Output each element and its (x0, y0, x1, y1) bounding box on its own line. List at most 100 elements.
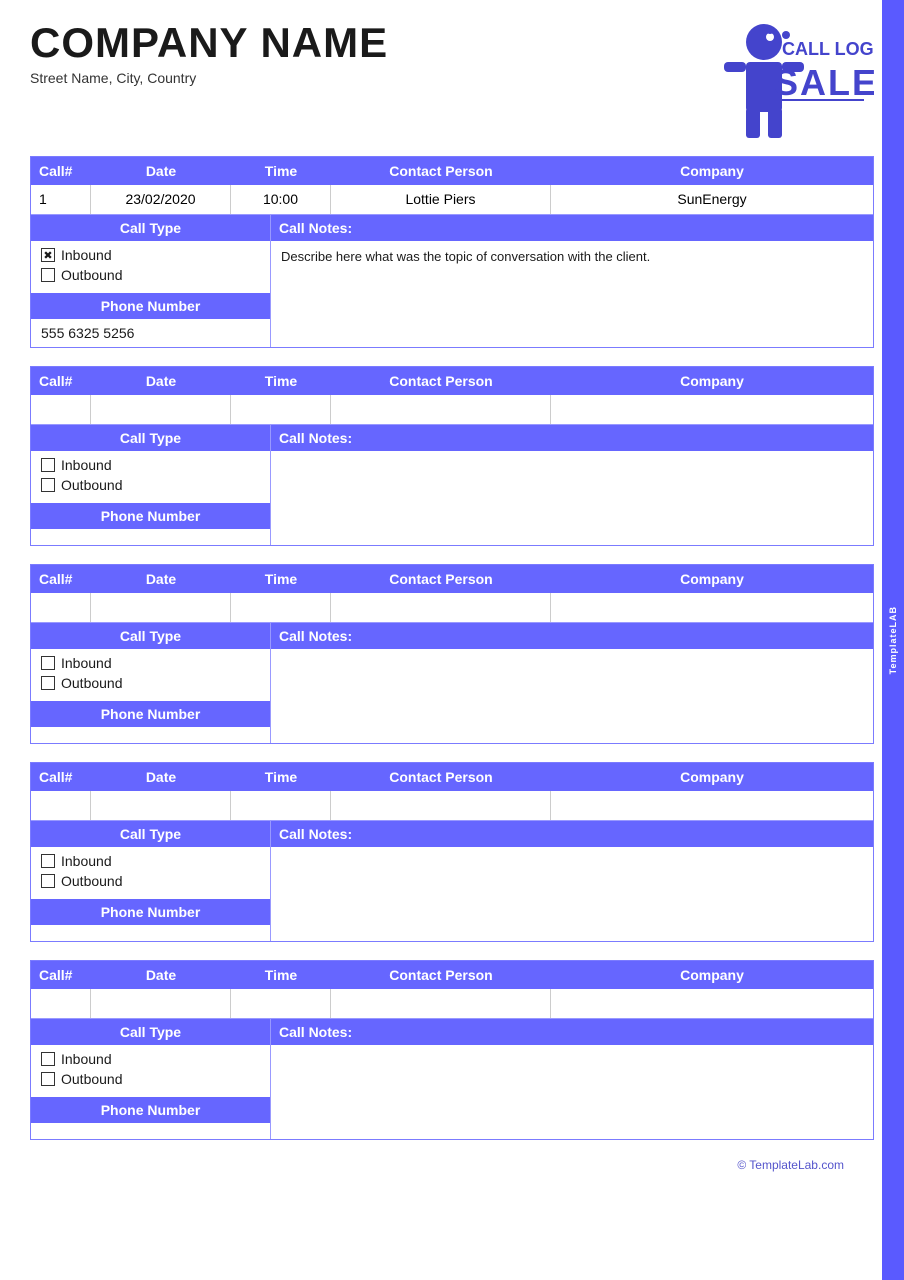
call-notes-value (271, 847, 873, 863)
phone-number-header: Phone Number (31, 1097, 270, 1123)
call-log-entry-2: Call# Date Time Contact Person Company C… (30, 366, 874, 546)
outbound-checkbox[interactable] (41, 874, 55, 888)
call-notes-section-1: Call Notes: Describe here what was the t… (271, 215, 873, 347)
inbound-checkbox[interactable]: ✖ (41, 248, 55, 262)
entry-data-1: 1 23/02/2020 10:00 Lottie Piers SunEnerg… (31, 185, 873, 215)
col-contact-person: Contact Person (331, 367, 551, 395)
call-type-section-2: Call Type Inbound Outbound Phone Number (31, 425, 271, 545)
col-call-hash: Call# (31, 763, 91, 791)
phone-number-value (31, 925, 270, 937)
phone-number-header: Phone Number (31, 701, 270, 727)
call-type-header: Call Type (31, 425, 270, 451)
entry-contact: Lottie Piers (331, 185, 551, 214)
company-address: Street Name, City, Country (30, 70, 388, 86)
inbound-checkbox[interactable] (41, 854, 55, 868)
entry-time (231, 989, 331, 1018)
col-company: Company (551, 367, 873, 395)
call-notes-section-2: Call Notes: (271, 425, 873, 545)
call-type-options: ✖ Inbound Outbound (31, 241, 270, 293)
outbound-option[interactable]: Outbound (41, 675, 260, 691)
entry-body-5: Call Type Inbound Outbound Phone Number … (31, 1019, 873, 1139)
entry-contact (331, 593, 551, 622)
entry-date (91, 989, 231, 1018)
inbound-option[interactable]: Inbound (41, 655, 260, 671)
outbound-option[interactable]: Outbound (41, 873, 260, 889)
call-log-entry-3: Call# Date Time Contact Person Company C… (30, 564, 874, 744)
col-time: Time (231, 565, 331, 593)
entry-header-3: Call# Date Time Contact Person Company (31, 565, 873, 593)
outbound-checkbox[interactable] (41, 268, 55, 282)
entry-body-1: Call Type ✖ Inbound Outbound Phone Numbe… (31, 215, 873, 347)
call-log-entry-5: Call# Date Time Contact Person Company C… (30, 960, 874, 1140)
call-notes-header: Call Notes: (271, 1019, 873, 1045)
entry-body-3: Call Type Inbound Outbound Phone Number … (31, 623, 873, 743)
inbound-option[interactable]: Inbound (41, 1051, 260, 1067)
inbound-checkbox[interactable] (41, 656, 55, 670)
col-call-hash: Call# (31, 157, 91, 185)
entry-date (91, 593, 231, 622)
entry-header-1: Call# Date Time Contact Person Company (31, 157, 873, 185)
outbound-checkbox[interactable] (41, 478, 55, 492)
call-type-options: Inbound Outbound (31, 847, 270, 899)
entry-header-4: Call# Date Time Contact Person Company (31, 763, 873, 791)
entry-call-num (31, 791, 91, 820)
templatelab-text: TemplateLAB (888, 606, 898, 674)
col-company: Company (551, 565, 873, 593)
call-notes-section-5: Call Notes: (271, 1019, 873, 1139)
outbound-label: Outbound (61, 1071, 123, 1087)
footer-link[interactable]: © TemplateLab.com (737, 1158, 844, 1172)
entry-call-num: 1 (31, 185, 91, 214)
inbound-checkbox[interactable] (41, 1052, 55, 1066)
entry-call-num (31, 989, 91, 1018)
templatelab-stripe: TemplateLAB (882, 0, 904, 1280)
entry-body-4: Call Type Inbound Outbound Phone Number … (31, 821, 873, 941)
col-company: Company (551, 157, 873, 185)
entry-company (551, 791, 873, 820)
entry-date: 23/02/2020 (91, 185, 231, 214)
entry-data-2 (31, 395, 873, 425)
entry-time: 10:00 (231, 185, 331, 214)
svg-text:SALES: SALES (774, 62, 874, 103)
entry-header-2: Call# Date Time Contact Person Company (31, 367, 873, 395)
call-type-header: Call Type (31, 215, 270, 241)
entry-company: SunEnergy (551, 185, 873, 214)
outbound-label: Outbound (61, 675, 123, 691)
inbound-checkbox[interactable] (41, 458, 55, 472)
phone-number-value (31, 727, 270, 739)
call-notes-header: Call Notes: (271, 623, 873, 649)
col-date: Date (91, 367, 231, 395)
outbound-option[interactable]: Outbound (41, 1071, 260, 1087)
phone-number-value: 555 6325 5256 (31, 319, 270, 347)
outbound-option[interactable]: Outbound (41, 267, 260, 283)
entry-date (91, 395, 231, 424)
outbound-checkbox[interactable] (41, 1072, 55, 1086)
footer[interactable]: © TemplateLab.com (30, 1158, 874, 1172)
entry-contact (331, 395, 551, 424)
call-type-header: Call Type (31, 821, 270, 847)
col-time: Time (231, 157, 331, 185)
entry-time (231, 395, 331, 424)
call-notes-value (271, 451, 873, 467)
entry-data-4 (31, 791, 873, 821)
outbound-checkbox[interactable] (41, 676, 55, 690)
page-header: COMPANY NAME Street Name, City, Country … (30, 20, 874, 150)
entry-company (551, 593, 873, 622)
col-call-hash: Call# (31, 961, 91, 989)
inbound-option[interactable]: Inbound (41, 457, 260, 473)
outbound-option[interactable]: Outbound (41, 477, 260, 493)
inbound-label: Inbound (61, 1051, 112, 1067)
entry-call-num (31, 593, 91, 622)
col-contact-person: Contact Person (331, 961, 551, 989)
inbound-option[interactable]: ✖ Inbound (41, 247, 260, 263)
call-type-section-4: Call Type Inbound Outbound Phone Number (31, 821, 271, 941)
outbound-label: Outbound (61, 267, 123, 283)
outbound-label: Outbound (61, 477, 123, 493)
entry-data-5 (31, 989, 873, 1019)
inbound-option[interactable]: Inbound (41, 853, 260, 869)
entry-company (551, 395, 873, 424)
col-date: Date (91, 157, 231, 185)
phone-number-value (31, 1123, 270, 1135)
phone-number-header: Phone Number (31, 503, 270, 529)
col-company: Company (551, 763, 873, 791)
entry-company (551, 989, 873, 1018)
